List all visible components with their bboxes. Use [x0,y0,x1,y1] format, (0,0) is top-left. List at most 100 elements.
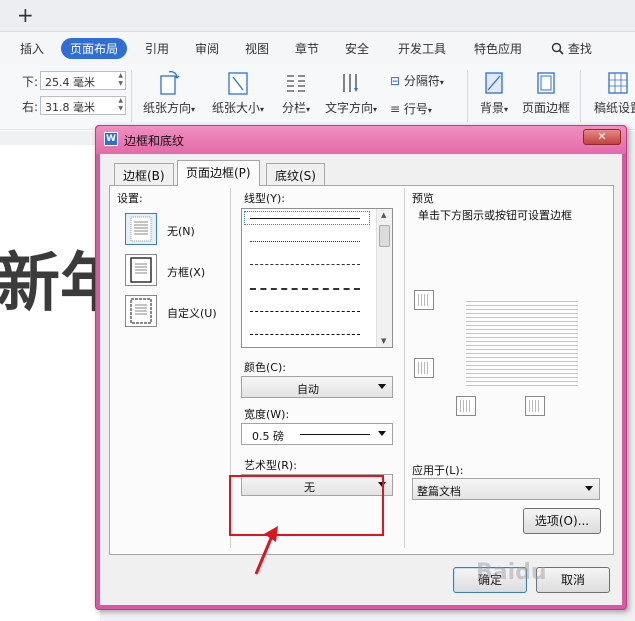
new-tab-button[interactable]: + [17,3,34,27]
style-option-dashed-small[interactable] [250,264,360,265]
tab-features[interactable]: 特色应用 [474,40,522,57]
separator-icon: ⊟ [390,74,401,88]
setting-none-button[interactable] [125,213,157,245]
chevron-down-icon [378,384,386,389]
tab-references[interactable]: 引用 [145,40,169,57]
setting-box-button[interactable] [125,254,157,286]
tab-sections[interactable]: 章节 [295,40,319,57]
chevron-down-icon [378,431,386,436]
style-option-dotted[interactable] [250,241,360,242]
setting-none-label[interactable]: 无(N) [167,223,195,239]
orientation-label: 纸张方向 [142,101,191,115]
line-number-label: 行号 [403,102,428,116]
margin-bottom-label: 下: [22,75,39,89]
page-border-icon [537,72,555,94]
orientation-button[interactable]: 纸张方向▾ [140,70,198,116]
text-direction-button[interactable]: 文字方向▾ [322,70,380,116]
tab-security[interactable]: 安全 [345,40,369,57]
style-option-solid[interactable] [250,218,360,219]
columns-label: 分栏 [281,101,306,115]
column-divider [404,188,405,548]
tab-insert[interactable]: 插入 [20,40,44,57]
separator-label: 分隔符 [403,74,440,88]
dialog-title: 边框和底纹 [124,134,185,148]
document-page[interactable] [0,145,100,621]
margin-bottom-input[interactable]: 25.4 毫米 ▲ ▼ [40,71,126,90]
tab-find[interactable]: 查找 [551,40,592,57]
spinner-icon[interactable]: ▲ ▼ [118,97,123,113]
spinner-icon[interactable]: ▲ ▼ [118,72,123,88]
apply-to-label: 应用于(L): [412,464,464,477]
color-select[interactable]: 自动 [241,376,393,398]
setting-custom-button[interactable] [125,295,157,327]
page-border-button[interactable]: 页面边框 [520,70,572,116]
ribbon-divider [580,70,581,122]
width-select[interactable]: 0.5 磅 [241,423,393,445]
setting-custom-label[interactable]: 自定义(U) [167,305,217,321]
style-option-dashed[interactable] [250,288,360,290]
border-box-icon [130,257,152,283]
tab-page-borders[interactable]: 页面边框(P) [177,160,260,186]
margin-right-value: 31.8 毫米 [45,101,95,114]
options-button[interactable]: 选项(O)... [523,508,601,534]
cancel-button[interactable]: 取消 [536,567,610,593]
borders-shading-dialog: W 边框和底纹 ✕ 边框(B) 页面边框(P) 底纹(S) 设置: 无(N) 方… [95,125,627,610]
top-border-button[interactable] [414,290,434,310]
bottom-border-button[interactable] [414,358,434,378]
columns-icon [287,75,305,92]
width-line-sample [300,434,370,435]
ribbon-divider [131,70,132,122]
color-value: 自动 [297,383,319,396]
line-number-icon: ≡ [390,102,401,116]
border-none-icon [130,216,152,242]
preview-hint: 单击下方图示或按钮可设置边框 [418,209,572,222]
scroll-thumb[interactable] [379,225,390,247]
background-label: 背景 [479,101,504,115]
style-option-dash-dot-dot[interactable] [250,334,360,335]
preview-page-lines[interactable] [466,301,578,387]
tab-shading[interactable]: 底纹(S) [266,163,325,185]
art-label: 艺术型(R): [244,459,297,472]
columns-button[interactable]: 分栏▾ [276,70,316,116]
apply-to-select[interactable]: 整篇文档 [412,478,600,500]
color-label: 颜色(C): [244,361,286,374]
orientation-icon [160,71,180,95]
chevron-down-icon [585,486,593,491]
manuscript-button[interactable]: 稿纸设置 [588,70,635,116]
separator-button[interactable]: ⊟ 分隔符▾ [390,72,462,89]
scroll-up-icon[interactable]: ▲ [381,211,386,219]
paper-size-button[interactable]: 纸张大小▾ [208,70,268,116]
preview-label: 预览 [412,192,434,205]
style-list-scrollbar[interactable]: ▲ ▼ [376,209,392,347]
background-button[interactable]: 背景▾ [474,70,514,116]
left-border-button[interactable] [456,396,476,416]
paper-size-label: 纸张大小 [211,101,260,115]
background-icon [485,72,503,94]
setting-box-label[interactable]: 方框(X) [167,264,205,280]
ribbon-tab-bar: 插入 页面布局 引用 审阅 视图 章节 安全 开发工具 特色应用 查找 [0,32,635,64]
text-direction-label: 文字方向 [324,101,373,115]
line-style-list[interactable]: ▲ ▼ [241,208,393,348]
margin-right-label: 右: [22,100,39,114]
tab-find-label: 查找 [567,42,592,56]
right-border-button[interactable] [525,396,545,416]
watermark-text: Baidu [476,560,547,585]
tab-developer[interactable]: 开发工具 [398,40,446,57]
dialog-titlebar[interactable]: W 边框和底纹 ✕ [96,126,626,154]
page-border-label: 页面边框 [521,101,570,115]
tab-view[interactable]: 视图 [245,40,269,57]
tab-borders[interactable]: 边框(B) [114,163,174,185]
manuscript-icon [608,72,628,94]
apply-to-value: 整篇文档 [417,485,461,498]
tab-review[interactable]: 审阅 [195,40,219,57]
app-tab-strip: + [0,0,635,32]
style-option-dash-dot[interactable] [250,311,360,312]
tab-page-layout[interactable]: 页面布局 [61,38,128,59]
ribbon-divider [467,70,468,122]
close-button[interactable]: ✕ [583,129,621,145]
ribbon-toolbar: 下: 25.4 毫米 ▲ ▼ 右: 31.8 毫米 ▲ ▼ 纸张方向▾ 纸张大小▾ … [0,64,635,130]
scroll-down-icon[interactable]: ▼ [381,337,386,345]
margin-right-input[interactable]: 31.8 毫米 ▲ ▼ [40,96,126,115]
annotation-arrow-icon [254,526,278,575]
line-number-button[interactable]: ≡ 行号▾ [390,100,462,117]
